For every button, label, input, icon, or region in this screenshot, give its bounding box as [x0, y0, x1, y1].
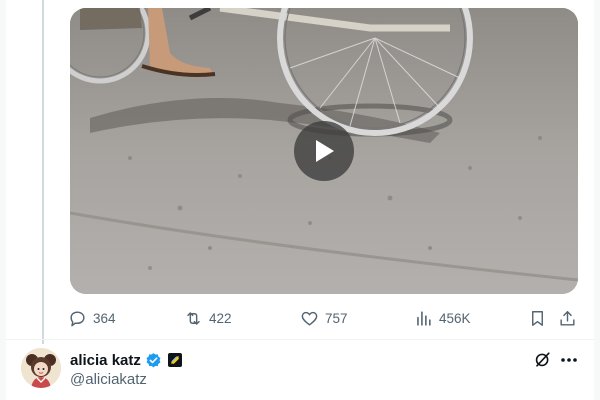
more-icon: [561, 357, 577, 362]
reply-button[interactable]: 364: [68, 304, 116, 332]
views-count: 456K: [439, 310, 471, 326]
tweet-actions: 364 422 757 456K: [64, 304, 582, 332]
reply-icon: [70, 310, 85, 326]
avatar-image: [21, 348, 61, 388]
verified-badge-icon[interactable]: [145, 352, 162, 369]
author-name-row: alicia katz: [70, 350, 182, 370]
repost-button[interactable]: 422: [184, 304, 232, 332]
grok-icon[interactable]: [533, 350, 552, 369]
thread-connector-line: [42, 0, 44, 344]
share-icon: [560, 310, 575, 326]
affiliate-logo: [171, 356, 179, 364]
bookmark-icon: [532, 310, 543, 326]
avatar[interactable]: [21, 348, 61, 388]
share-button[interactable]: [558, 304, 577, 332]
like-count: 757: [325, 310, 348, 326]
bookmark-button[interactable]: [528, 304, 547, 332]
play-icon: [316, 140, 334, 162]
more-options-button[interactable]: [558, 350, 580, 369]
repost-count: 422: [209, 310, 232, 326]
reply-count: 364: [93, 310, 116, 326]
author-handle[interactable]: @aliciakatz: [70, 371, 147, 388]
tweet-video[interactable]: [70, 8, 578, 294]
tweet-divider: [6, 339, 594, 340]
author-display-name[interactable]: alicia katz: [70, 352, 141, 369]
play-button[interactable]: [294, 121, 354, 181]
like-button[interactable]: 757: [300, 304, 348, 332]
affiliate-badge-icon[interactable]: [167, 353, 182, 367]
repost-icon: [187, 311, 200, 325]
views-icon: [417, 310, 431, 326]
like-icon: [301, 311, 318, 326]
views-button[interactable]: 456K: [414, 304, 471, 332]
